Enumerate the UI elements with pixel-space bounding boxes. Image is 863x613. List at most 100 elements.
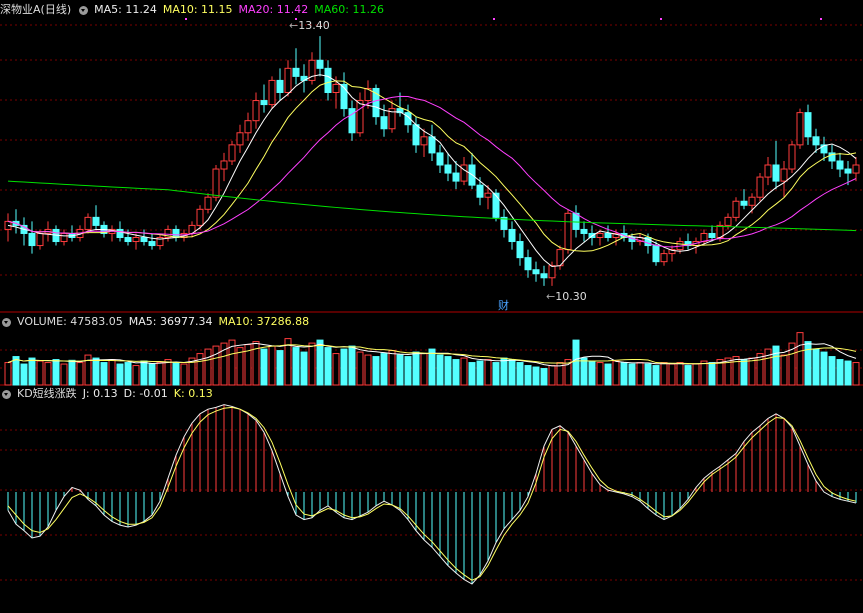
volume-bar bbox=[356, 351, 364, 386]
volume-bar bbox=[828, 356, 836, 386]
candle-body bbox=[724, 216, 732, 226]
volume-bar bbox=[372, 356, 380, 386]
volume-bar bbox=[588, 360, 596, 386]
volume-bar bbox=[412, 351, 420, 386]
volume-bar bbox=[700, 360, 708, 386]
volume-bar bbox=[4, 362, 12, 386]
volume-bar bbox=[660, 362, 668, 386]
chevron-down-icon[interactable] bbox=[2, 317, 11, 327]
candle-body bbox=[844, 168, 852, 174]
candle-body bbox=[756, 176, 764, 198]
volume-bar bbox=[468, 362, 476, 386]
volume-bar bbox=[340, 348, 348, 386]
volume-bar bbox=[476, 360, 484, 386]
candle-body bbox=[260, 100, 268, 106]
volume-bar bbox=[740, 359, 748, 386]
candle-body bbox=[572, 212, 580, 230]
kd-d-value: D: -0.01 bbox=[123, 387, 168, 400]
candle-body bbox=[548, 265, 556, 279]
volume-value: VOLUME: 47583.05 bbox=[17, 315, 123, 328]
volume-bar bbox=[276, 350, 284, 386]
candle-body bbox=[836, 160, 844, 170]
candle-body bbox=[460, 164, 468, 182]
candle-body bbox=[580, 228, 588, 234]
volume-bar bbox=[796, 332, 804, 386]
volume-bar bbox=[748, 357, 756, 386]
candle-body bbox=[148, 241, 156, 247]
candle-body bbox=[524, 257, 532, 271]
volume-bar bbox=[28, 357, 36, 386]
candle-body bbox=[252, 100, 260, 122]
volume-bar bbox=[316, 339, 324, 386]
volume-bar bbox=[156, 362, 164, 386]
candle-body bbox=[532, 269, 540, 275]
volume-bar bbox=[100, 362, 108, 386]
candle-body bbox=[652, 245, 660, 263]
volume-bar bbox=[428, 348, 436, 386]
candle-body bbox=[60, 232, 68, 243]
volume-bar bbox=[420, 353, 428, 386]
volume-bar bbox=[332, 353, 340, 386]
volume-bar bbox=[348, 345, 356, 386]
kline-chart[interactable] bbox=[0, 0, 863, 613]
volume-bar bbox=[140, 360, 148, 386]
candle-body bbox=[140, 237, 148, 243]
candle-body bbox=[780, 168, 788, 182]
volume-bar bbox=[52, 359, 60, 386]
volume-bar bbox=[524, 365, 532, 386]
volume-bar bbox=[684, 365, 692, 386]
candle-body bbox=[452, 172, 460, 182]
volume-panel-header: VOLUME: 47583.05 MA5: 36977.34 MA10: 372… bbox=[0, 314, 315, 330]
candle-body bbox=[412, 124, 420, 146]
candle-body bbox=[764, 164, 772, 178]
candle-body bbox=[772, 164, 780, 182]
kd-k-value: K: 0.13 bbox=[173, 387, 213, 400]
finance-event-marker[interactable]: 财 bbox=[498, 297, 509, 313]
volume-bar bbox=[612, 360, 620, 386]
volume-bar bbox=[60, 363, 68, 386]
volume-ma10: MA10: 37286.88 bbox=[218, 315, 310, 328]
volume-bar bbox=[68, 359, 76, 386]
candle-body bbox=[796, 112, 804, 146]
volume-bar bbox=[772, 345, 780, 386]
volume-bar bbox=[292, 347, 300, 386]
volume-bar bbox=[436, 354, 444, 386]
volume-bar bbox=[652, 365, 660, 386]
candle-body bbox=[124, 237, 132, 243]
volume-bar bbox=[516, 362, 524, 386]
signal-marker bbox=[660, 18, 662, 20]
candle-body bbox=[852, 164, 860, 174]
candle-body bbox=[740, 200, 748, 206]
volume-bar bbox=[596, 362, 604, 386]
volume-bar bbox=[260, 348, 268, 386]
candle-body bbox=[276, 79, 284, 93]
volume-bar bbox=[324, 347, 332, 386]
volume-bar bbox=[172, 362, 180, 386]
candle-body bbox=[420, 136, 428, 146]
chevron-down-icon[interactable] bbox=[79, 5, 89, 15]
volume-bar bbox=[380, 353, 388, 386]
volume-bar bbox=[548, 365, 556, 386]
candle-body bbox=[28, 232, 36, 247]
volume-bar bbox=[812, 348, 820, 386]
candle-body bbox=[244, 120, 252, 134]
volume-bar bbox=[620, 362, 628, 386]
volume-bar bbox=[268, 345, 276, 386]
price-panel-header: 深物业A(日线) MA5: 11.24 MA10: 11.15 MA20: 11… bbox=[0, 2, 390, 18]
candle-body bbox=[564, 212, 572, 251]
chevron-down-icon[interactable] bbox=[2, 389, 11, 399]
volume-bar bbox=[444, 356, 452, 386]
candle-body bbox=[324, 67, 332, 94]
volume-bar bbox=[20, 363, 28, 386]
high-price-label: ←13.40 bbox=[289, 19, 330, 32]
volume-bar bbox=[196, 353, 204, 386]
signal-marker bbox=[493, 18, 495, 20]
volume-bar bbox=[388, 350, 396, 386]
candle-body bbox=[284, 67, 292, 94]
volume-bar bbox=[76, 362, 84, 386]
candle-body bbox=[748, 196, 756, 206]
kd-j-value: J: 0.13 bbox=[82, 387, 118, 400]
volume-bar bbox=[116, 363, 124, 386]
volume-bar bbox=[180, 363, 188, 386]
volume-bar bbox=[300, 351, 308, 386]
